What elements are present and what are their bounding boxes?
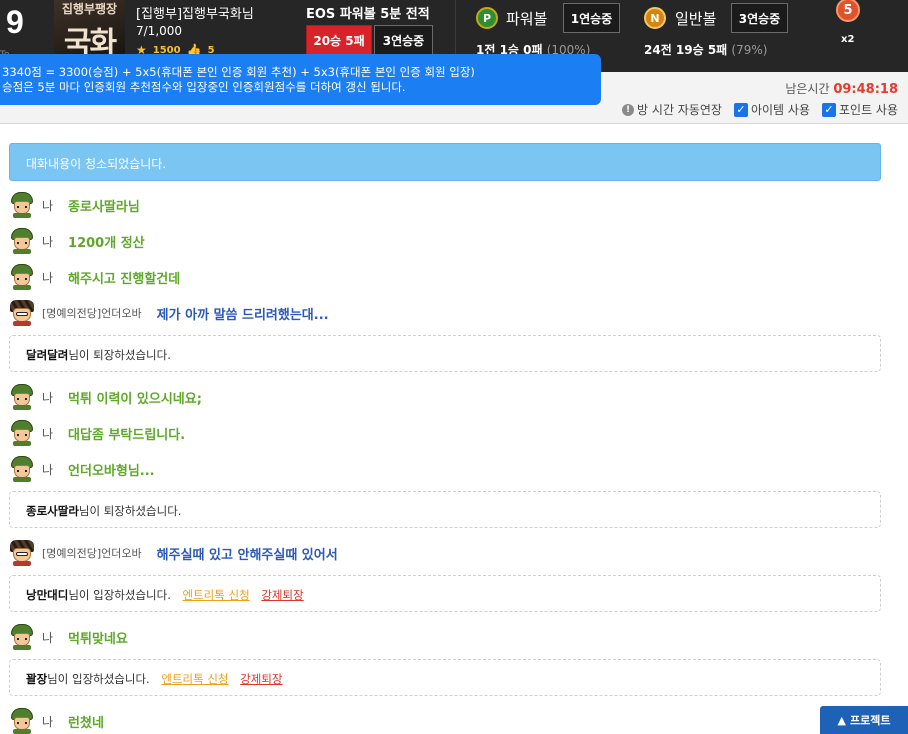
item-use-option[interactable]: ✓ 아이템 사용 <box>733 101 810 118</box>
chat-message: 나 언더오바형님... <box>9 455 155 483</box>
item-use-checkbox[interactable]: ✓ <box>733 102 748 117</box>
soldier-avatar-icon[interactable] <box>9 420 35 446</box>
notice-user[interactable]: 낭만대디 <box>26 588 68 602</box>
chat-area[interactable]: 대화내용이 청소되었습니다. 나 종로사딸라님 나 1200개 정산 나 해주시… <box>0 125 908 734</box>
chat-text: 해주시고 진행할건데 <box>68 271 181 287</box>
chat-sender[interactable]: 나 <box>42 425 53 442</box>
room-title[interactable]: [집행부]집행부국화님 <box>136 3 254 22</box>
chat-message: 나 먹튀맞네요 <box>9 623 128 651</box>
chat-cleared-notice: 대화내용이 청소되었습니다. <box>9 143 881 181</box>
chat-sender[interactable]: 나 <box>42 269 53 286</box>
chat-text: 1200개 정산 <box>68 235 145 251</box>
system-notice: 종로사딸라님이 퇴장하셨습니다. <box>9 491 881 528</box>
spiky-avatar-icon[interactable] <box>9 540 35 566</box>
notice-text: 님이 입장하셨습니다. <box>47 672 150 686</box>
protect-button[interactable]: ▲ 프로젝트 <box>820 706 908 734</box>
item-use-label: 아이템 사용 <box>750 103 810 117</box>
soldier-avatar-icon[interactable] <box>9 624 35 650</box>
chat-sender[interactable]: 나 <box>42 629 53 646</box>
thumbnail-caption: 집행부팽장 <box>61 2 118 16</box>
chat-text: 런쳤네 <box>68 715 104 731</box>
system-notice: 꽐장님이 입장하셨습니다. 엔트리톡 신청 강제퇴장 <box>9 659 881 696</box>
soldier-avatar-icon[interactable] <box>9 264 35 290</box>
auto-extend-option[interactable]: ! 방 시간 자동연장 <box>622 101 722 118</box>
point-use-option[interactable]: ✓ 포인트 사용 <box>821 101 898 118</box>
chat-sender[interactable]: [명예의전당]언더오바 <box>42 545 142 561</box>
chat-sender[interactable]: 나 <box>42 713 53 730</box>
chat-text: 제가 아까 말씀 드리려했는대... <box>156 307 329 323</box>
notice-text: 님이 퇴장하셨습니다. <box>68 348 171 362</box>
chat-text: 먹튀맞네요 <box>68 631 128 647</box>
normalball-icon: N <box>644 7 666 29</box>
chat-text: 언더오바형님... <box>68 463 155 479</box>
chat-message: 나 종로사딸라님 <box>9 191 140 219</box>
remaining-time: 남은시간 09:48:18 <box>785 80 898 97</box>
soldier-avatar-icon[interactable] <box>9 384 35 410</box>
chat-text: 대답좀 부탁드립니다. <box>68 427 186 443</box>
medal-icon: 5 <box>836 0 860 22</box>
notice-user[interactable]: 종로사딸라 <box>26 504 79 518</box>
soldier-avatar-icon[interactable] <box>9 456 35 482</box>
remaining-time-label: 남은시간 <box>785 82 830 96</box>
eos-streak-button[interactable]: 3연승중 <box>374 25 433 55</box>
tooltip-line-1: 3340점 = 3300(승점) + 5x5(휴대폰 본인 인증 회원 추천) … <box>2 65 475 79</box>
chat-sender[interactable]: 나 <box>42 389 53 406</box>
normalball-record-pct: (79%) <box>731 43 768 57</box>
soldier-avatar-icon[interactable] <box>9 192 35 218</box>
notice-text: 님이 퇴장하셨습니다. <box>78 504 182 518</box>
triangle-up-icon: ▲ <box>837 713 846 727</box>
soldier-avatar-icon[interactable] <box>9 228 35 254</box>
kick-link[interactable]: 강제퇴장 <box>240 672 282 686</box>
chat-sender[interactable]: [명예의전당]언더오바 <box>42 305 142 321</box>
eos-record-title: EOS 파워볼 5분 전적 <box>306 7 430 22</box>
tooltip-line-2: 승점은 5분 마다 인증회원 추천점수와 입장중인 인증회원점수를 더하여 갱신… <box>2 80 406 94</box>
point-use-checkbox[interactable]: ✓ <box>821 102 836 117</box>
normalball-label: 일반볼 <box>675 10 717 28</box>
info-icon: ! <box>622 103 635 116</box>
protect-label: 프로젝트 <box>849 714 891 727</box>
score-tooltip: 3340점 = 3300(승점) + 5x5(휴대폰 본인 인증 회원 추천) … <box>0 54 601 105</box>
chat-message: 나 먹튀 이력이 있으시네요; <box>9 383 202 411</box>
eos-record-button[interactable]: 20승 5패 <box>306 25 372 55</box>
point-use-label: 포인트 사용 <box>838 103 898 117</box>
chat-message: 나 1200개 정산 <box>9 227 145 255</box>
notice-user[interactable]: 꽐장 <box>26 672 47 686</box>
soldier-avatar-icon[interactable] <box>9 708 35 734</box>
remaining-time-value: 09:48:18 <box>833 82 898 97</box>
room-user-count: 7/1,000 <box>136 24 183 38</box>
powerball-label: 파워볼 <box>506 10 548 28</box>
chat-sender[interactable]: 나 <box>42 197 53 214</box>
chat-message: [명예의전당]언더오바 제가 아까 말씀 드리려했는대... <box>9 299 329 327</box>
auto-extend-label: 방 시간 자동연장 <box>637 103 722 117</box>
room-level: 9 <box>6 4 24 40</box>
chat-sender[interactable]: 나 <box>42 233 53 250</box>
chat-text: 종로사딸라님 <box>68 199 140 215</box>
entry-talk-link[interactable]: 엔트리톡 신청 <box>161 672 228 686</box>
kick-link[interactable]: 강제퇴장 <box>261 588 303 602</box>
normalball-streak-button[interactable]: 3연승중 <box>731 3 788 33</box>
chat-message: [명예의전당]언더오바 해주실때 있고 안해주실때 있어서 <box>9 539 338 567</box>
powerball-streak-button[interactable]: 1연승중 <box>563 3 620 33</box>
chat-message: 나 대답좀 부탁드립니다. <box>9 419 185 447</box>
chat-message: 나 해주시고 진행할건데 <box>9 263 180 291</box>
system-notice: 달려달려님이 퇴장하셨습니다. <box>9 335 881 372</box>
notice-text: 님이 입장하셨습니다. <box>68 588 171 602</box>
normalball-record-text: 24전 19승 5패 <box>644 43 728 57</box>
chat-text: 해주실때 있고 안해주실때 있어서 <box>156 547 338 563</box>
chat-sender[interactable]: 나 <box>42 461 53 478</box>
entry-talk-link[interactable]: 엔트리톡 신청 <box>183 588 250 602</box>
chat-message: 나 런쳤네 <box>9 707 104 734</box>
normalball-record: 24전 19승 5패 (79%) <box>644 41 767 58</box>
system-notice: 낭만대디님이 입장하셨습니다. 엔트리톡 신청 강제퇴장 <box>9 575 881 612</box>
notice-user[interactable]: 달려달려 <box>26 348 68 362</box>
spiky-avatar-icon[interactable] <box>9 300 35 326</box>
medal-multiplier: x2 <box>841 34 855 45</box>
option-list: ! 방 시간 자동연장 ✓ 아이템 사용 ✓ 포인트 사용 <box>622 101 898 118</box>
chat-text: 먹튀 이력이 있으시네요; <box>68 391 202 407</box>
powerball-icon: P <box>476 7 498 29</box>
